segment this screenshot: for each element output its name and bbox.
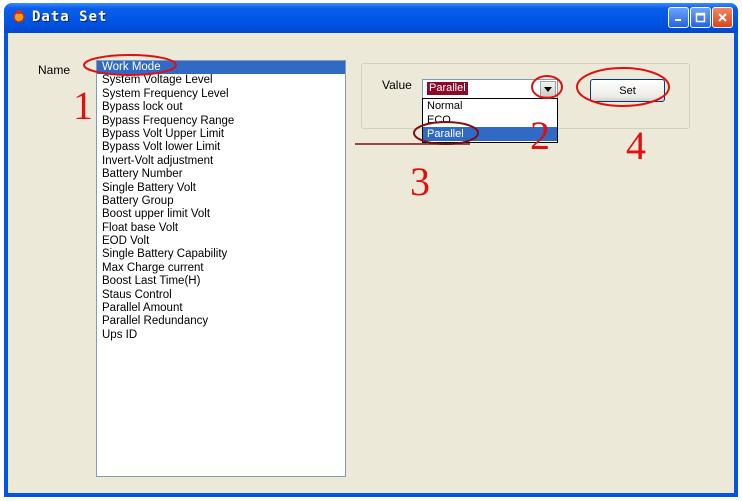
combo-selected-text: Parallel <box>427 82 468 95</box>
value-label: Value <box>382 78 412 92</box>
app-icon <box>13 10 25 23</box>
list-item[interactable]: Bypass Volt Upper Limit <box>97 128 345 141</box>
list-item[interactable]: Ups ID <box>97 329 345 342</box>
window-title: Data Set <box>32 9 108 25</box>
name-label: Name <box>38 63 71 77</box>
title-bar[interactable]: Data Set <box>4 3 738 33</box>
list-item[interactable]: Max Charge current <box>97 262 345 275</box>
list-item[interactable]: Staus Control <box>97 289 345 302</box>
list-item[interactable]: Single Battery Volt <box>97 182 345 195</box>
annotation-step-1: 1 <box>73 83 93 128</box>
maximize-button[interactable] <box>690 7 711 28</box>
list-item[interactable]: Bypass lock out <box>97 101 345 114</box>
combo-dropdown-button[interactable] <box>540 81 556 97</box>
list-item[interactable]: System Voltage Level <box>97 74 345 87</box>
minimize-icon <box>675 19 681 21</box>
list-item[interactable]: Boost Last Time(H) <box>97 275 345 288</box>
parameter-list[interactable]: Work Mode System Voltage Level System Fr… <box>96 60 346 477</box>
dropdown-option-normal[interactable]: Normal <box>423 99 557 113</box>
minimize-button[interactable] <box>668 7 689 28</box>
list-item[interactable]: Float base Volt <box>97 222 345 235</box>
set-button[interactable]: Set <box>590 79 665 102</box>
data-set-window: Data Set Name Work Mode System Voltage L… <box>4 3 738 497</box>
list-item[interactable]: Bypass Volt lower Limit <box>97 141 345 154</box>
list-item[interactable]: Parallel Amount <box>97 302 345 315</box>
list-item[interactable]: Battery Group <box>97 195 345 208</box>
maximize-icon <box>695 12 706 23</box>
list-item[interactable]: Work Mode <box>97 61 345 75</box>
list-item[interactable]: Battery Number <box>97 168 345 181</box>
client-area: Name Work Mode System Voltage Level Syst… <box>8 33 734 493</box>
close-icon <box>718 13 727 22</box>
close-button[interactable] <box>712 7 733 28</box>
annotation-step-4: 4 <box>626 123 646 168</box>
list-item[interactable]: Boost upper limit Volt <box>97 208 345 221</box>
list-item[interactable]: Bypass Frequency Range <box>97 115 345 128</box>
value-combo[interactable]: Parallel <box>422 79 558 99</box>
annotation-step-3: 3 <box>410 159 430 204</box>
list-item[interactable]: EOD Volt <box>97 235 345 248</box>
list-item[interactable]: Invert-Volt adjustment <box>97 155 345 168</box>
chevron-down-icon <box>544 86 552 92</box>
annotation-step-2: 2 <box>530 113 550 158</box>
list-item[interactable]: Single Battery Capability <box>97 248 345 261</box>
list-item[interactable]: System Frequency Level <box>97 88 345 101</box>
list-item[interactable]: Parallel Redundancy <box>97 315 345 328</box>
